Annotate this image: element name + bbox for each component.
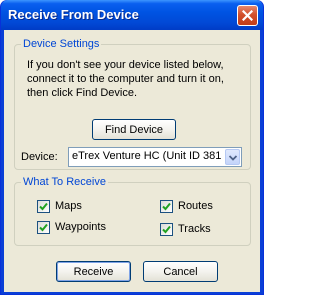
routes-checkbox[interactable]: [160, 200, 173, 213]
dropdown-arrow-button[interactable]: [225, 149, 240, 165]
what-to-receive-legend: What To Receive: [21, 175, 108, 189]
receive-from-device-dialog: Receive From Device Device Settings If y…: [0, 0, 264, 295]
tracks-checkbox-item[interactable]: Tracks: [160, 223, 230, 237]
device-dropdown-value: eTrex Venture HC (Unit ID 381: [72, 150, 222, 162]
device-settings-legend: Device Settings: [21, 37, 102, 51]
tracks-label: Tracks: [178, 223, 211, 235]
instruction-line: then click Find Device.: [27, 87, 138, 99]
cancel-button[interactable]: Cancel: [143, 261, 218, 282]
check-icon: [39, 223, 48, 232]
check-icon: [39, 202, 48, 211]
what-to-receive-group: What To Receive Maps Routes Waypoints Tr…: [14, 175, 251, 246]
maps-checkbox-item[interactable]: Maps: [37, 200, 117, 214]
close-icon: [242, 10, 253, 21]
dialog-body: Device Settings If you don't see your de…: [4, 30, 260, 292]
check-icon: [162, 225, 171, 234]
maps-checkbox[interactable]: [37, 200, 50, 213]
waypoints-checkbox-item[interactable]: Waypoints: [37, 221, 127, 235]
find-device-button[interactable]: Find Device: [92, 119, 176, 140]
chevron-down-icon: [229, 155, 237, 161]
tracks-checkbox[interactable]: [160, 223, 173, 236]
device-label: Device:: [21, 151, 58, 163]
waypoints-label: Waypoints: [55, 221, 106, 233]
routes-checkbox-item[interactable]: Routes: [160, 200, 230, 214]
window-title: Receive From Device: [8, 7, 139, 22]
check-icon: [162, 202, 171, 211]
maps-label: Maps: [55, 200, 82, 212]
device-settings-group: Device Settings If you don't see your de…: [14, 37, 251, 170]
title-bar[interactable]: Receive From Device: [1, 0, 263, 30]
routes-label: Routes: [178, 200, 213, 212]
instructions-text: If you don't see your device listed belo…: [27, 58, 247, 100]
instruction-line: If you don't see your device listed belo…: [27, 59, 224, 71]
instruction-line: connect it to the computer and turn it o…: [27, 73, 224, 85]
waypoints-checkbox[interactable]: [37, 221, 50, 234]
receive-button[interactable]: Receive: [56, 261, 131, 282]
close-button[interactable]: [237, 5, 258, 26]
device-dropdown[interactable]: eTrex Venture HC (Unit ID 381: [68, 147, 242, 167]
